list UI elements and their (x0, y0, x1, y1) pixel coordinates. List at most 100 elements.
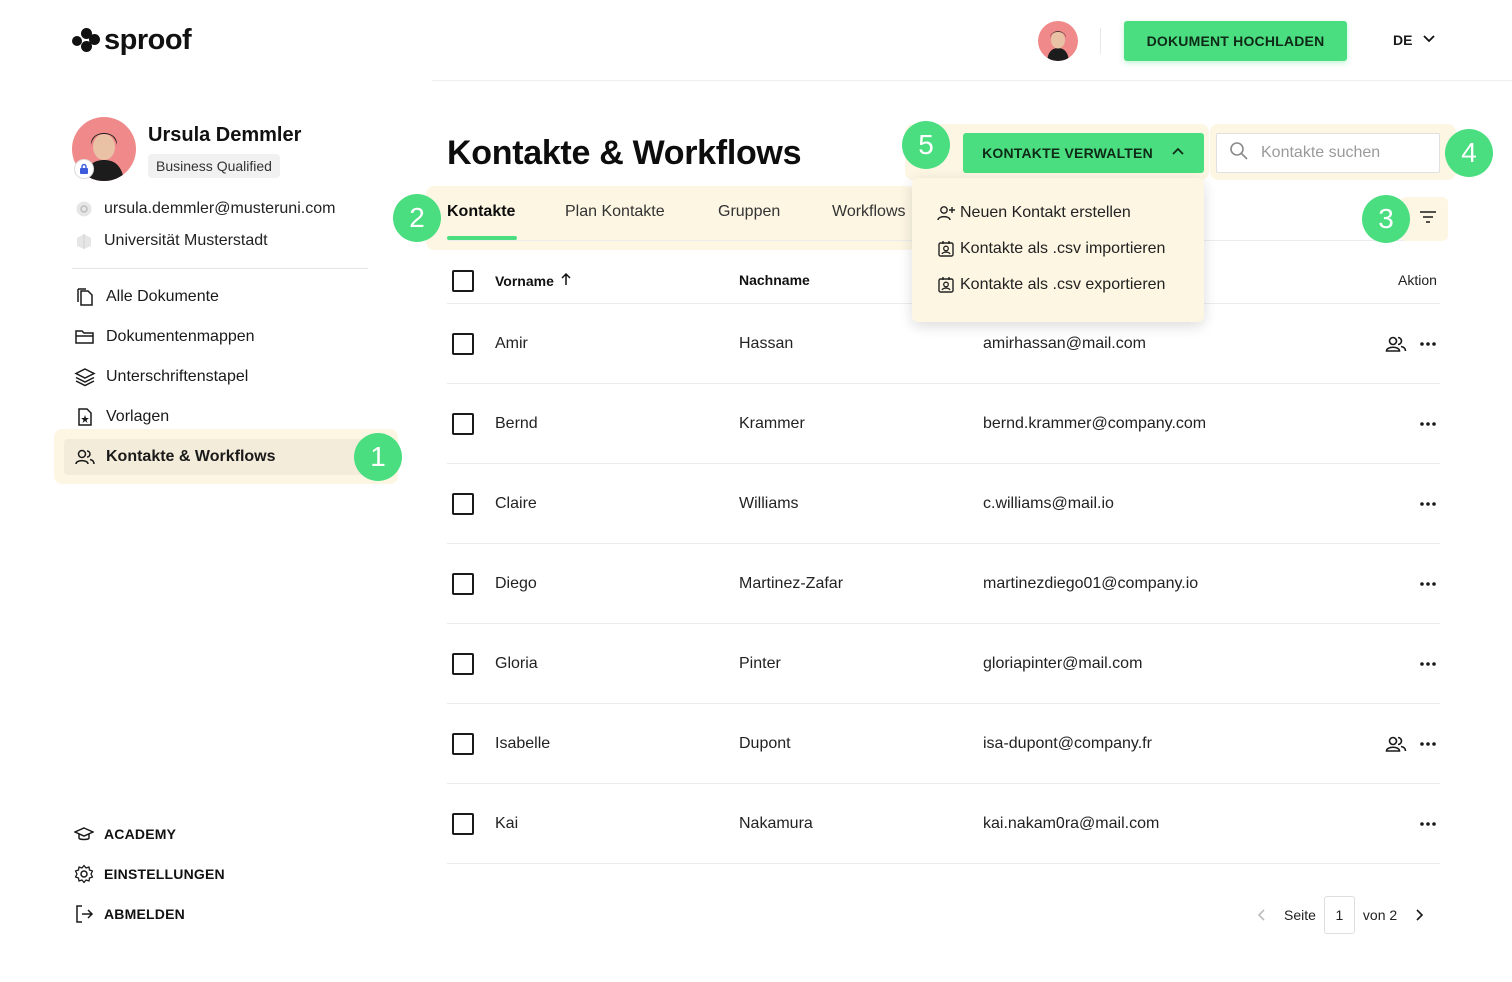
row-divider (447, 863, 1440, 864)
sidebar-item-settings[interactable]: EINSTELLUNGEN (74, 864, 225, 884)
menu-item-export-csv[interactable]: Kontakte als .csv exportieren (936, 275, 1165, 295)
more-options-icon[interactable] (1418, 333, 1438, 355)
filter-button[interactable] (1416, 208, 1440, 230)
cell-firstname: Claire (495, 495, 537, 512)
qualification-badge: Business Qualified (148, 154, 280, 178)
row-divider (447, 623, 1440, 624)
sidebar-item-label: Kontakte & Workflows (106, 448, 276, 465)
language-value: DE (1393, 31, 1413, 48)
folder-icon (74, 326, 96, 348)
graduation-cap-icon (74, 824, 94, 844)
chevron-up-icon (1171, 145, 1185, 162)
row-divider (447, 783, 1440, 784)
row-checkbox[interactable] (452, 573, 474, 595)
sidebar-item-label: ACADEMY (104, 826, 177, 842)
step-marker-4: 4 (1445, 129, 1493, 177)
row-checkbox[interactable] (452, 333, 474, 355)
logo-text: sproof (104, 24, 192, 56)
group-users-icon[interactable] (1384, 333, 1408, 355)
sidebar-item-label: Alle Dokumente (106, 288, 219, 305)
sidebar-item-label: ABMELDEN (104, 906, 185, 922)
sidebar-item-signature-stack[interactable]: Unterschriftenstapel (72, 359, 372, 395)
step-marker-5: 5 (902, 121, 950, 169)
page-number-input[interactable]: 1 (1323, 896, 1355, 934)
more-options-icon[interactable] (1418, 493, 1438, 515)
sidebar-item-academy[interactable]: ACADEMY (74, 824, 176, 844)
at-icon (74, 199, 94, 219)
tab-groups[interactable]: Gruppen (718, 203, 780, 221)
logo[interactable]: sproof (72, 24, 192, 57)
page-total: von 2 (1362, 907, 1398, 923)
row-divider (447, 463, 1440, 464)
language-select[interactable]: DE (1393, 31, 1436, 48)
more-options-icon[interactable] (1418, 733, 1438, 755)
sidebar-item-label: EINSTELLUNGEN (104, 866, 225, 882)
pagination: Seite 1 von 2 (1256, 896, 1425, 934)
cell-email: kai.nakam0ra@mail.com (983, 815, 1160, 832)
row-checkbox[interactable] (452, 413, 474, 435)
cell-lastname: Hassan (739, 335, 794, 352)
search-field[interactable] (1216, 133, 1440, 173)
sidebar-item-templates[interactable]: Vorlagen (72, 399, 372, 435)
menu-item-new-contact[interactable]: Neuen Kontakt erstellen (936, 203, 1131, 223)
lock-icon (74, 159, 94, 179)
group-users-icon[interactable] (1384, 733, 1408, 755)
import-icon (936, 239, 956, 259)
menu-item-import-csv[interactable]: Kontakte als .csv importieren (936, 239, 1165, 259)
header-divider (1100, 28, 1101, 54)
cell-email: martinezdiego01@company.io (983, 575, 1199, 592)
sidebar-item-folders[interactable]: Dokumentenmappen (72, 319, 372, 355)
tab-plan-contacts[interactable]: Plan Kontakte (565, 203, 665, 221)
stack-icon (74, 366, 96, 388)
profile-name: Ursula Demmler (148, 124, 302, 146)
manage-contacts-label: KONTAKTE VERWALTEN (982, 145, 1153, 161)
sidebar-item-documents[interactable]: Alle Dokumente (72, 279, 372, 315)
search-input[interactable] (1261, 144, 1431, 162)
row-checkbox[interactable] (452, 653, 474, 675)
cell-email: amirhassan@mail.com (983, 335, 1146, 352)
document-icon (74, 286, 96, 308)
upload-document-button[interactable]: DOKUMENT HOCHLADEN (1124, 21, 1347, 61)
cell-lastname: Martinez-Zafar (739, 575, 844, 592)
sidebar-item-contacts[interactable]: Kontakte & Workflows (72, 439, 372, 475)
cell-email: isa-dupont@company.fr (983, 735, 1152, 752)
header-divider-line (432, 80, 1512, 81)
row-checkbox[interactable] (452, 813, 474, 835)
profile-organization: Universität Musterstadt (104, 232, 268, 249)
page-label: Seite (1284, 907, 1316, 923)
manage-contacts-button[interactable]: KONTAKTE VERWALTEN (963, 133, 1204, 173)
more-options-icon[interactable] (1418, 413, 1438, 435)
profile-organization-row: Universität Musterstadt (74, 231, 268, 251)
column-firstname[interactable]: Vorname (495, 272, 572, 289)
chevron-left-icon[interactable] (1256, 908, 1268, 922)
sidebar-item-logout[interactable]: ABMELDEN (74, 904, 185, 924)
row-divider (447, 383, 1440, 384)
cell-firstname: Amir (495, 335, 528, 352)
tab-contacts[interactable]: Kontakte (447, 203, 515, 221)
step-marker-3: 3 (1362, 195, 1410, 243)
search-icon (1229, 141, 1249, 166)
select-all-checkbox[interactable] (452, 270, 474, 292)
sidebar-divider (72, 268, 368, 269)
column-lastname[interactable]: Nachname (739, 272, 810, 288)
logout-icon (74, 904, 94, 924)
more-options-icon[interactable] (1418, 573, 1438, 595)
tab-workflows[interactable]: Workflows (832, 203, 906, 221)
more-options-icon[interactable] (1418, 813, 1438, 835)
row-checkbox[interactable] (452, 733, 474, 755)
chevron-right-icon[interactable] (1413, 908, 1425, 922)
cell-firstname: Kai (495, 815, 519, 832)
sidebar-item-label: Unterschriftenstapel (106, 368, 249, 385)
user-avatar[interactable] (1038, 21, 1078, 61)
cell-lastname: Pinter (739, 655, 781, 672)
filter-icon (1418, 209, 1438, 230)
logo-mark-icon (72, 25, 100, 57)
cell-lastname: Williams (739, 495, 799, 512)
template-icon (74, 406, 96, 428)
more-options-icon[interactable] (1418, 653, 1438, 675)
sort-ascending-icon (560, 272, 572, 289)
row-checkbox[interactable] (452, 493, 474, 515)
step-marker-2: 2 (393, 194, 441, 242)
add-user-icon (936, 203, 956, 223)
sidebar-item-label: Dokumentenmappen (106, 328, 255, 345)
